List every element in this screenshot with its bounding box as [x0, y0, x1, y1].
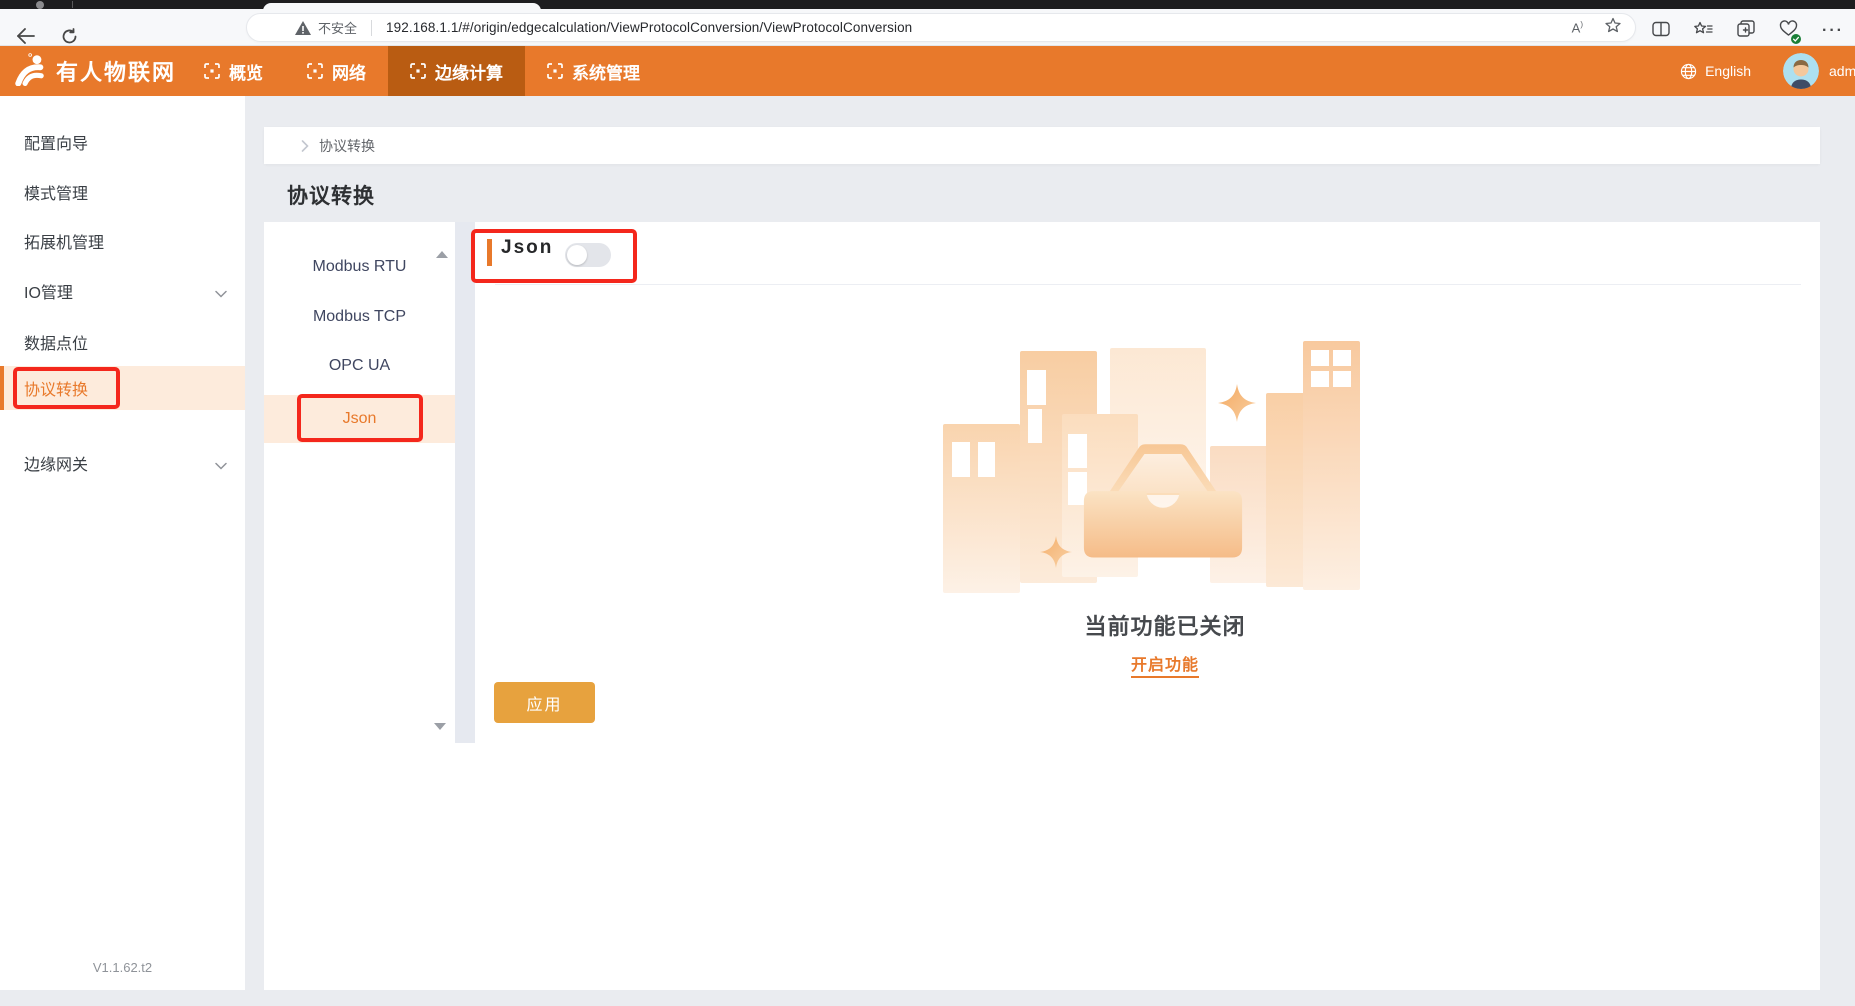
browser-action-icons: ···: [1652, 20, 1844, 44]
sidebar-item-label: IO管理: [24, 285, 73, 302]
empty-box-icon: [1083, 444, 1243, 558]
sidebar-item-data-points[interactable]: 数据点位: [0, 320, 245, 364]
building-graphic: [1303, 341, 1360, 590]
read-aloud-icon[interactable]: A): [1572, 20, 1583, 35]
nav-item-edge-computing[interactable]: 边缘计算: [388, 46, 525, 96]
protocol-tab-label: Modbus TCP: [312, 308, 407, 325]
sidebar-item-label: 边缘网关: [24, 457, 89, 474]
sidebar-item-label: 配置向导: [24, 136, 89, 153]
sparkle-icon: [1040, 536, 1072, 568]
address-separator: [371, 19, 373, 36]
scan-icon: [307, 63, 323, 79]
protocol-tab-json[interactable]: Json: [264, 395, 455, 443]
address-bar[interactable]: 不安全 192.168.1.1/#/origin/edgecalculation…: [246, 13, 1636, 42]
url-text[interactable]: 192.168.1.1/#/origin/edgecalculation/Vie…: [386, 20, 912, 35]
sidebar-item-config-wizard[interactable]: 配置向导: [0, 120, 245, 164]
sidebar-item-label: 拓展机管理: [24, 235, 105, 252]
brand-logo-icon: [14, 52, 48, 91]
nav-menu: 概览 网络 边缘计算 系统管理: [182, 46, 662, 96]
building-window: [1311, 350, 1329, 366]
chevron-down-icon: [215, 457, 227, 475]
apply-button[interactable]: 应用: [494, 682, 595, 723]
nav-right: English adm: [1680, 46, 1855, 96]
tab-strip-separator: [72, 1, 73, 8]
favorites-bar-icon[interactable]: [1694, 21, 1713, 42]
main-panel: Modbus RTU Modbus TCP OPC UA Json: [264, 222, 1820, 990]
user-avatar[interactable]: [1783, 53, 1819, 89]
sidebar-item-label: 模式管理: [24, 186, 89, 203]
sidebar-item-label: 数据点位: [24, 336, 89, 353]
nav-item-label: 网络: [332, 63, 366, 83]
screen: 不安全 192.168.1.1/#/origin/edgecalculation…: [0, 0, 1855, 1006]
left-sidebar: 配置向导 模式管理 拓展机管理 IO管理 数据点位 协议转换 边缘网关 V1.1…: [0, 96, 245, 990]
globe-icon: [1680, 63, 1697, 79]
nav-item-network[interactable]: 网络: [285, 46, 388, 96]
browser-toolbar: 不安全 192.168.1.1/#/origin/edgecalculation…: [0, 9, 1855, 46]
protocol-tab-opc-ua[interactable]: OPC UA: [264, 343, 455, 389]
not-secure-warning-icon[interactable]: [295, 20, 311, 35]
section-accent-bar: [487, 239, 492, 266]
nav-item-overview[interactable]: 概览: [182, 46, 285, 96]
protocol-tab-label: Modbus RTU: [312, 258, 407, 275]
section-divider: [495, 284, 1801, 285]
breadcrumb: 协议转换: [264, 127, 1820, 164]
building-window: [1333, 371, 1351, 387]
section-title: Json: [501, 237, 554, 258]
protocol-tab-modbus-rtu[interactable]: Modbus RTU: [264, 244, 455, 290]
scan-icon: [410, 63, 426, 79]
browser-tab-strip: [0, 0, 1855, 11]
breadcrumb-item[interactable]: 协议转换: [319, 136, 375, 156]
favorite-star-icon[interactable]: [1605, 17, 1621, 38]
nav-item-label: 概览: [229, 63, 263, 83]
brand-name: 有人物联网: [56, 60, 177, 85]
chevron-right-icon: [301, 139, 309, 152]
nav-item-label: 边缘计算: [435, 63, 503, 83]
scan-icon: [547, 63, 563, 79]
security-label[interactable]: 不安全: [318, 18, 357, 37]
empty-state-title: 当前功能已关闭: [1084, 614, 1246, 639]
page-title: 协议转换: [287, 185, 375, 208]
protocol-list-scroll-track[interactable]: [455, 222, 475, 743]
language-switcher[interactable]: English: [1680, 63, 1751, 80]
scan-icon: [204, 63, 220, 79]
language-label: English: [1705, 63, 1751, 79]
collections-icon[interactable]: [1737, 20, 1755, 42]
building-window: [952, 442, 970, 477]
protocol-tab-modbus-tcp[interactable]: Modbus TCP: [264, 294, 455, 340]
firmware-version: V1.1.62.t2: [92, 960, 153, 975]
sidebar-item-edge-gateway[interactable]: 边缘网关: [0, 441, 245, 485]
more-menu-icon[interactable]: ···: [1822, 22, 1844, 40]
sidebar-item-extension-management[interactable]: 拓展机管理: [0, 219, 245, 263]
browser-essentials-icon[interactable]: [1779, 20, 1801, 44]
sidebar-item-mode-management[interactable]: 模式管理: [0, 170, 245, 214]
building-window: [1333, 350, 1351, 366]
chevron-down-icon: [215, 285, 227, 303]
tab-strip-dot: [36, 1, 44, 9]
sparkle-icon: [1218, 384, 1256, 422]
scroll-up-icon[interactable]: [436, 251, 448, 258]
building-window: [1311, 371, 1329, 387]
sidebar-item-protocol-conversion[interactable]: 协议转换: [0, 366, 245, 410]
username-label[interactable]: adm: [1829, 63, 1855, 79]
nav-item-label: 系统管理: [572, 63, 640, 83]
top-navbar: 有人物联网 概览 网络 边缘计算 系统管理 English adm: [0, 46, 1855, 96]
enable-function-link[interactable]: 开启功能: [1130, 657, 1199, 678]
toggle-knob: [567, 245, 587, 265]
split-screen-icon[interactable]: [1652, 21, 1670, 42]
nav-item-system-management[interactable]: 系统管理: [525, 46, 662, 96]
sidebar-item-label: 协议转换: [24, 382, 89, 399]
building-graphic: [943, 424, 1020, 593]
building-window: [1028, 409, 1042, 443]
protocol-tab-label: Json: [342, 410, 377, 427]
json-enable-toggle[interactable]: [565, 243, 611, 267]
building-window: [1027, 370, 1046, 405]
scroll-down-icon[interactable]: [434, 723, 446, 730]
protocol-tab-label: OPC UA: [328, 357, 391, 374]
building-window: [978, 442, 995, 477]
sidebar-item-io-management[interactable]: IO管理: [0, 269, 245, 313]
